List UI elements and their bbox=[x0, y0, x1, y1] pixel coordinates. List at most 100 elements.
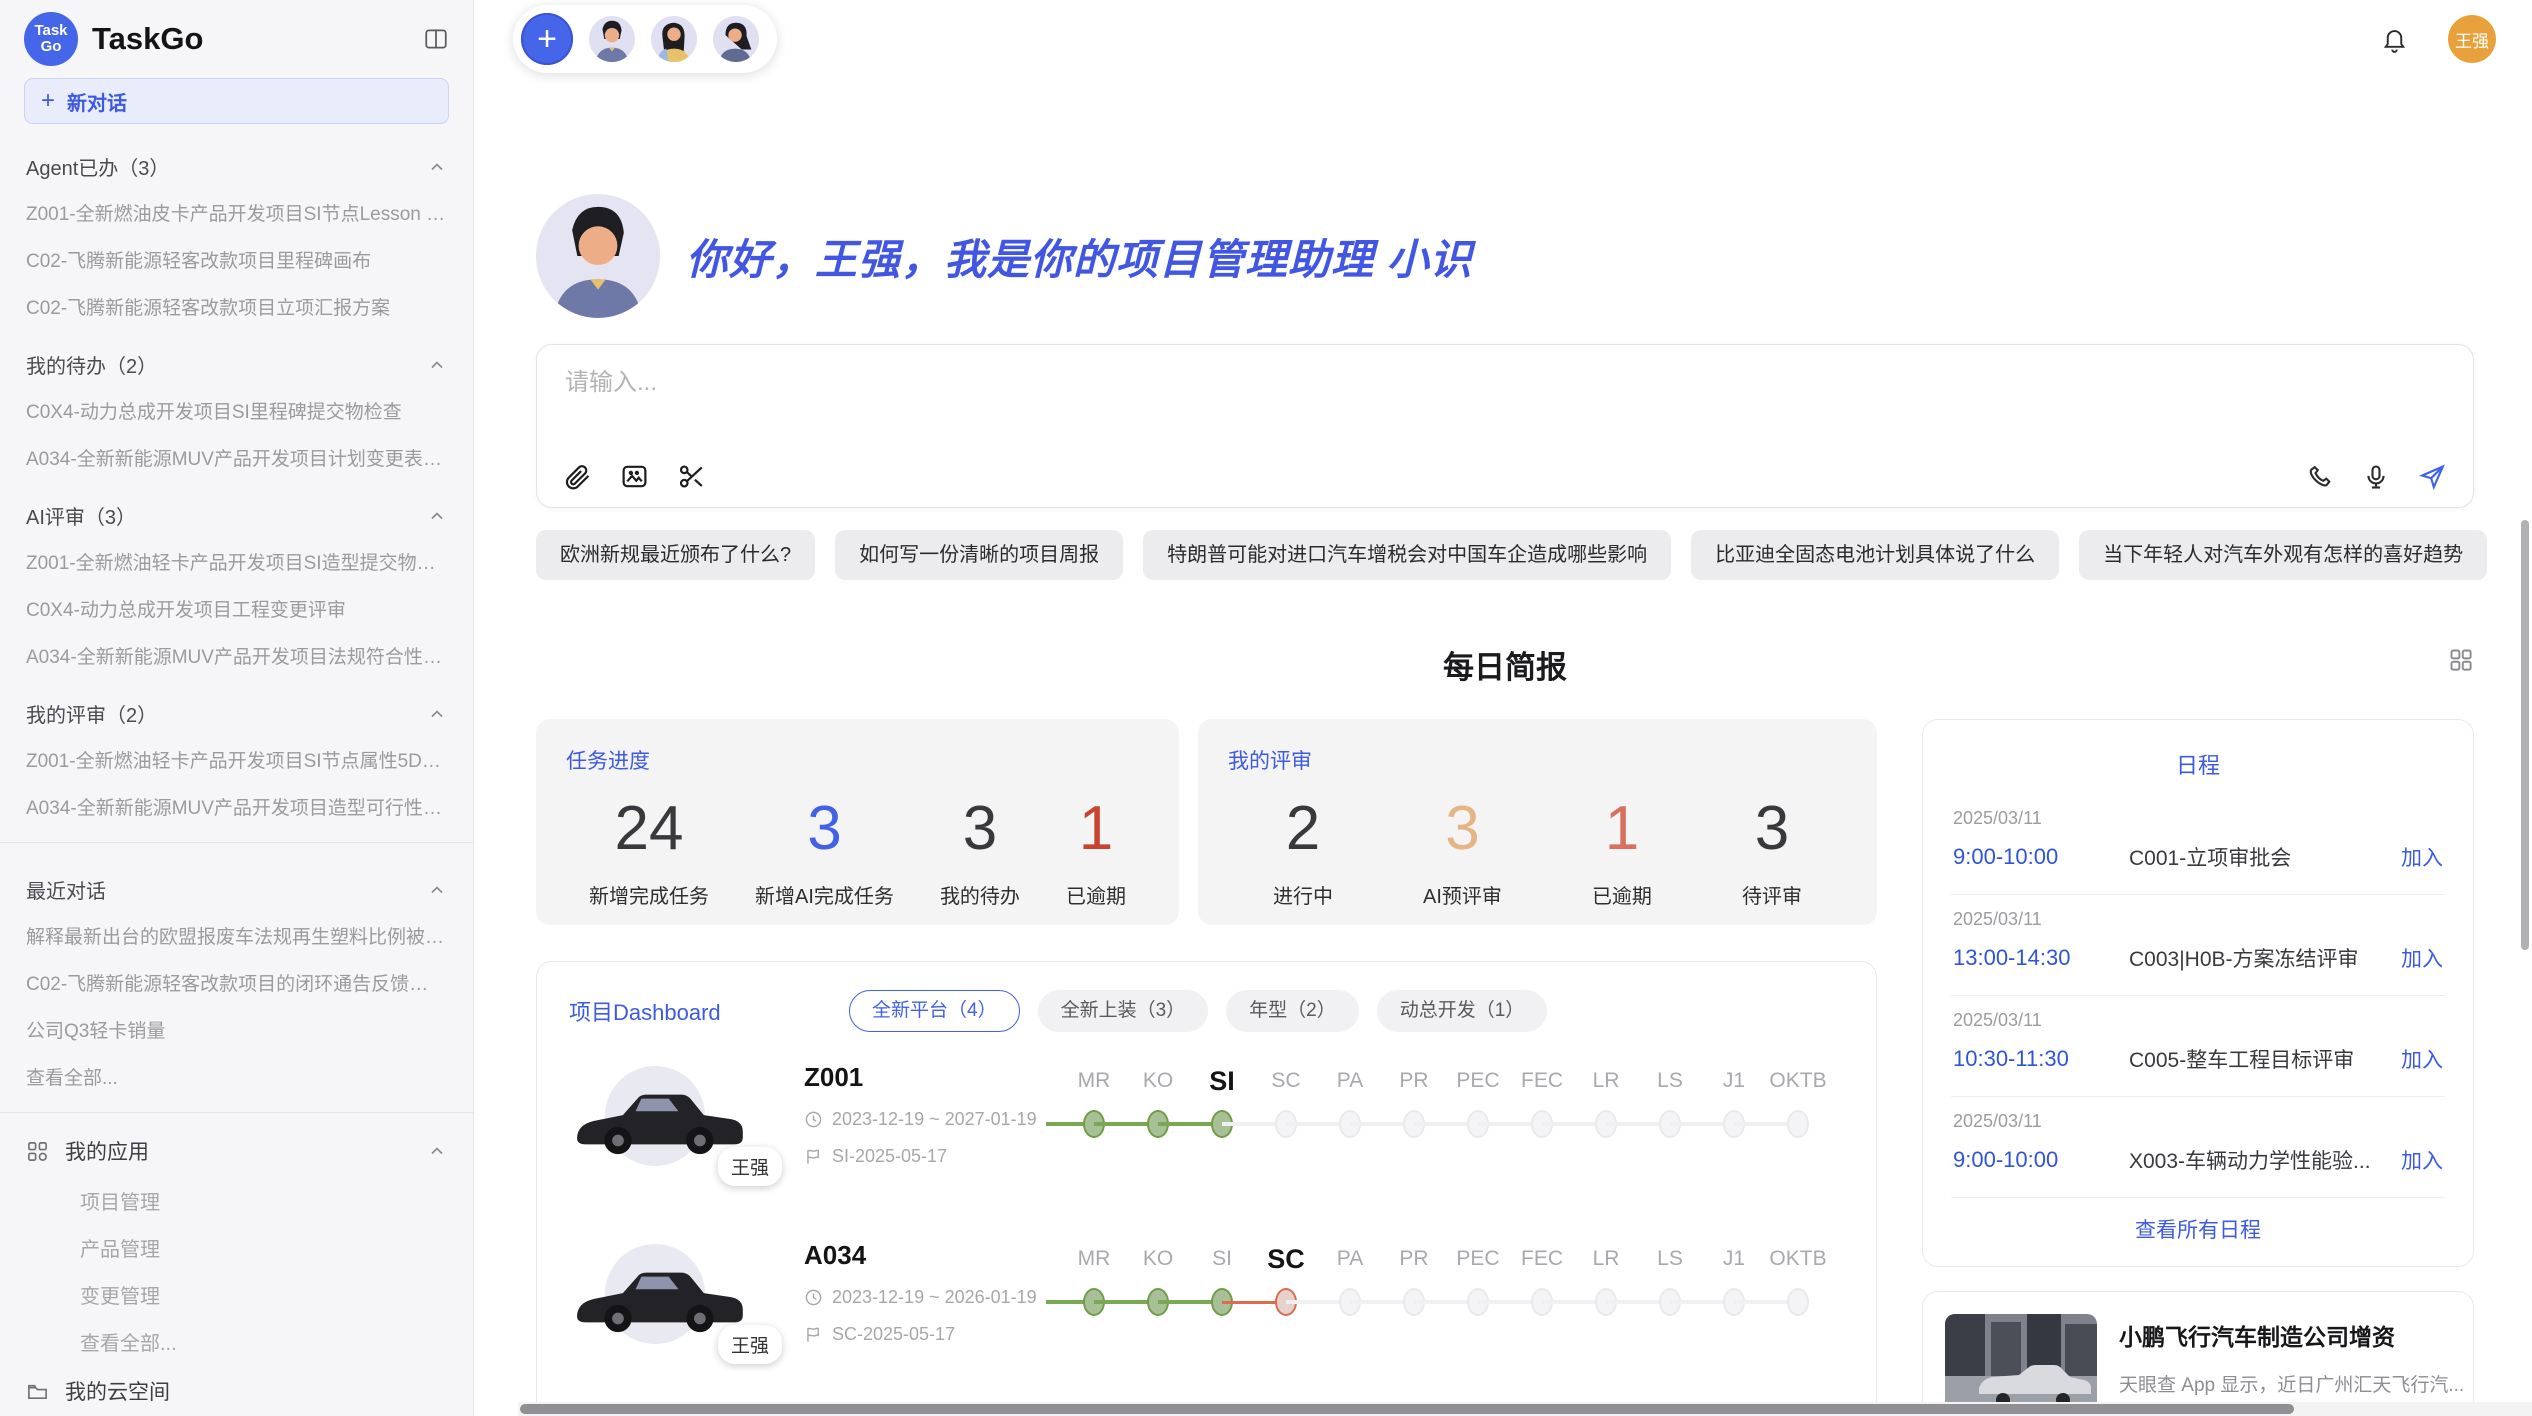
sidebar-item[interactable]: C0X4-动力总成开发项目工程变更评审 bbox=[24, 585, 449, 632]
join-link[interactable]: 加入 bbox=[2389, 1044, 2443, 1074]
send-icon[interactable] bbox=[2418, 462, 2447, 491]
apps-view-all[interactable]: 查看全部... bbox=[24, 1318, 449, 1365]
agent-avatar[interactable] bbox=[589, 16, 635, 62]
group-header-ai-review[interactable]: AI评审（3） bbox=[24, 481, 449, 538]
tab-all-new-platform[interactable]: 全新平台（4） bbox=[849, 990, 1020, 1032]
view-all-schedules-link[interactable]: 查看所有日程 bbox=[1951, 1198, 2445, 1244]
schedule-item: 2025/03/11 10:30-11:30 C005-整车工程目标评审 加入 bbox=[1951, 996, 2445, 1097]
stat: 3AI预评审 bbox=[1423, 793, 1502, 909]
sidebar-collapse-icon[interactable] bbox=[423, 26, 449, 52]
tab-powertrain-dev[interactable]: 动总开发（1） bbox=[1377, 990, 1548, 1032]
chevron-up-icon[interactable] bbox=[427, 355, 447, 375]
sidebar-item[interactable]: Z001-全新燃油轻卡产品开发项目SI节点属性5D文件评审 bbox=[24, 736, 449, 783]
milestone-dot bbox=[1766, 1102, 1830, 1148]
greeting-text: 你好，王强，我是你的项目管理助理 小识 bbox=[686, 226, 1473, 287]
sidebar-item[interactable]: Z001-全新燃油皮卡产品开发项目SI节点Lesson Learn报告 bbox=[24, 189, 449, 236]
content: 你好，王强，我是你的项目管理助理 小识 欧洲新规最近颁布了什么? 如何写一份清晰… bbox=[474, 78, 2532, 1416]
composer-left-icons bbox=[563, 462, 706, 491]
app-item-project-mgmt[interactable]: 项目管理 bbox=[24, 1177, 449, 1224]
schedule-item: 2025/03/11 9:00-10:00 C001-立项审批会 加入 bbox=[1951, 794, 2445, 895]
app-title: TaskGo bbox=[92, 21, 203, 57]
group-title: Agent已办（3） bbox=[26, 152, 169, 181]
chevron-up-icon[interactable] bbox=[427, 704, 447, 724]
group-header-recent-chats[interactable]: 最近对话 bbox=[24, 855, 449, 912]
recent-chat-item[interactable]: C02-飞腾新能源轻客改款项目的闭环通告反馈情况 bbox=[24, 959, 449, 1006]
agent-avatar[interactable] bbox=[651, 16, 697, 62]
layout-grid-icon[interactable] bbox=[2447, 646, 2474, 673]
sidebar-item[interactable]: C0X4-动力总成开发项目SI里程碑提交物检查 bbox=[24, 387, 449, 434]
sidebar-item[interactable]: A034-全新新能源MUV产品开发项目计划变更表编写 bbox=[24, 434, 449, 481]
logo-text-bottom: Go bbox=[41, 39, 62, 56]
folder-icon bbox=[26, 1380, 49, 1403]
scissors-icon[interactable] bbox=[677, 462, 706, 491]
sidebar-item[interactable]: C02-飞腾新能源轻客改款项目立项汇报方案 bbox=[24, 283, 449, 330]
sidebar-item[interactable]: A034-全新新能源MUV产品开发项目法规符合性评审 bbox=[24, 632, 449, 679]
app-item-product-mgmt[interactable]: 产品管理 bbox=[24, 1224, 449, 1271]
phone-icon[interactable] bbox=[2306, 463, 2334, 491]
clock-icon bbox=[804, 1110, 823, 1129]
project-dates: 2023-12-19 ~ 2027-01-19 bbox=[804, 1109, 1062, 1130]
join-link[interactable]: 加入 bbox=[2389, 1145, 2443, 1175]
group-header-my-review[interactable]: 我的评审（2） bbox=[24, 679, 449, 736]
recent-view-all[interactable]: 查看全部... bbox=[24, 1053, 449, 1100]
chevron-up-icon[interactable] bbox=[427, 157, 447, 177]
microphone-icon[interactable] bbox=[2362, 463, 2390, 491]
suggestion-chip[interactable]: 如何写一份清晰的项目周报 bbox=[835, 530, 1123, 580]
agent-avatar[interactable] bbox=[713, 16, 759, 62]
join-link[interactable]: 加入 bbox=[2389, 842, 2443, 872]
project-code: Z001 bbox=[804, 1062, 1062, 1093]
scrollbar-thumb[interactable] bbox=[520, 1404, 2294, 1414]
schedule-card: 日程 2025/03/11 9:00-10:00 C001-立项审批会 加入 2… bbox=[1922, 719, 2474, 1267]
notification-bell-icon[interactable] bbox=[2381, 26, 2408, 53]
composer-right-icons bbox=[2306, 462, 2447, 491]
suggestion-chip[interactable]: 特朗普可能对进口汽车增税会对中国车企造成哪些影响 bbox=[1143, 530, 1671, 580]
group-title: 我的待办（2） bbox=[26, 350, 157, 379]
sidebar-item-my-apps[interactable]: 我的应用 bbox=[24, 1125, 449, 1177]
image-icon[interactable] bbox=[620, 462, 649, 491]
group-header-my-todo[interactable]: 我的待办（2） bbox=[24, 330, 449, 387]
app-item-change-mgmt[interactable]: 变更管理 bbox=[24, 1271, 449, 1318]
car-image bbox=[569, 1260, 745, 1338]
project-code: A034 bbox=[804, 1240, 1062, 1271]
chat-input[interactable] bbox=[565, 369, 2445, 397]
suggestion-chip[interactable]: 比亚迪全固态电池计划具体说了什么 bbox=[1691, 530, 2059, 580]
project-row[interactable]: 王强 Z001 2023-12-19 ~ 2027-01-19 bbox=[569, 1060, 1844, 1210]
tab-model-year[interactable]: 年型（2） bbox=[1226, 990, 1359, 1032]
join-link[interactable]: 加入 bbox=[2389, 943, 2443, 973]
group-header-agent-done[interactable]: Agent已办（3） bbox=[24, 132, 449, 189]
recent-chat-item[interactable]: 公司Q3轻卡销量 bbox=[24, 1006, 449, 1053]
logo-text-top: Task bbox=[34, 23, 67, 40]
owner-badge: 王强 bbox=[718, 1147, 782, 1186]
horizontal-scrollbar[interactable] bbox=[518, 1402, 2532, 1416]
dashboard-title: 项目Dashboard bbox=[569, 995, 849, 1027]
sidebar-item[interactable]: C02-飞腾新能源轻客改款项目里程碑画布 bbox=[24, 236, 449, 283]
suggestion-chip[interactable]: 当下年轻人对汽车外观有怎样的喜好趋势 bbox=[2079, 530, 2487, 580]
app-root: Task Go TaskGo + 新对话 Agent已办（3） Z001-全新燃… bbox=[0, 0, 2532, 1416]
tab-all-new-body[interactable]: 全新上装（3） bbox=[1038, 990, 1209, 1032]
chevron-up-icon[interactable] bbox=[427, 880, 447, 900]
attachment-icon[interactable] bbox=[563, 462, 592, 491]
project-thumbnail: 王强 bbox=[569, 1238, 804, 1368]
chevron-up-icon[interactable] bbox=[427, 506, 447, 526]
news-text: 小鹏飞行汽车制造公司增资 天眼查 App 显示，近日广州汇天飞行汽... bbox=[2119, 1314, 2464, 1412]
news-card[interactable]: 小鹏飞行汽车制造公司增资 天眼查 App 显示，近日广州汇天飞行汽... bbox=[1922, 1291, 2474, 1416]
sidebar-item-cloud-space[interactable]: 我的云空间 bbox=[24, 1365, 449, 1416]
user-avatar[interactable]: 王强 bbox=[2448, 15, 2496, 63]
schedule-time: 9:00-10:00 bbox=[1953, 1147, 2129, 1173]
vertical-scrollbar[interactable] bbox=[2521, 520, 2529, 950]
stat-cards: 任务进度 24新增完成任务 3新增AI完成任务 3我的待办 1已逾期 我的评审 bbox=[536, 719, 1877, 925]
add-agent-button[interactable]: + bbox=[521, 13, 573, 65]
schedule-name: X003-车辆动力学性能验... bbox=[2129, 1145, 2371, 1175]
schedule-name: C001-立项审批会 bbox=[2129, 842, 2291, 872]
chevron-up-icon[interactable] bbox=[427, 1141, 447, 1161]
new-chat-button[interactable]: + 新对话 bbox=[24, 78, 449, 124]
assistant-avatar bbox=[536, 194, 660, 318]
recent-chat-item[interactable]: 解释最新出台的欧盟报废车法规再生塑料比例被调至15%... bbox=[24, 912, 449, 959]
project-row[interactable]: 王强 A034 2023-12-19 ~ 2026-01-19 bbox=[569, 1238, 1844, 1388]
suggestion-chips: 欧洲新规最近颁布了什么? 如何写一份清晰的项目周报 特朗普可能对进口汽车增税会对… bbox=[536, 530, 2474, 580]
divider bbox=[0, 842, 473, 843]
sidebar-item[interactable]: A034-全新新能源MUV产品开发项目造型可行性评审 bbox=[24, 783, 449, 830]
sidebar-item[interactable]: Z001-全新燃油轻卡产品开发项目SI造型提交物评审 bbox=[24, 538, 449, 585]
suggestion-chip[interactable]: 欧洲新规最近颁布了什么? bbox=[536, 530, 815, 580]
milestone-track: MR KO SI SC PA PR PEC FEC LR LS J1 bbox=[1062, 1238, 1844, 1326]
